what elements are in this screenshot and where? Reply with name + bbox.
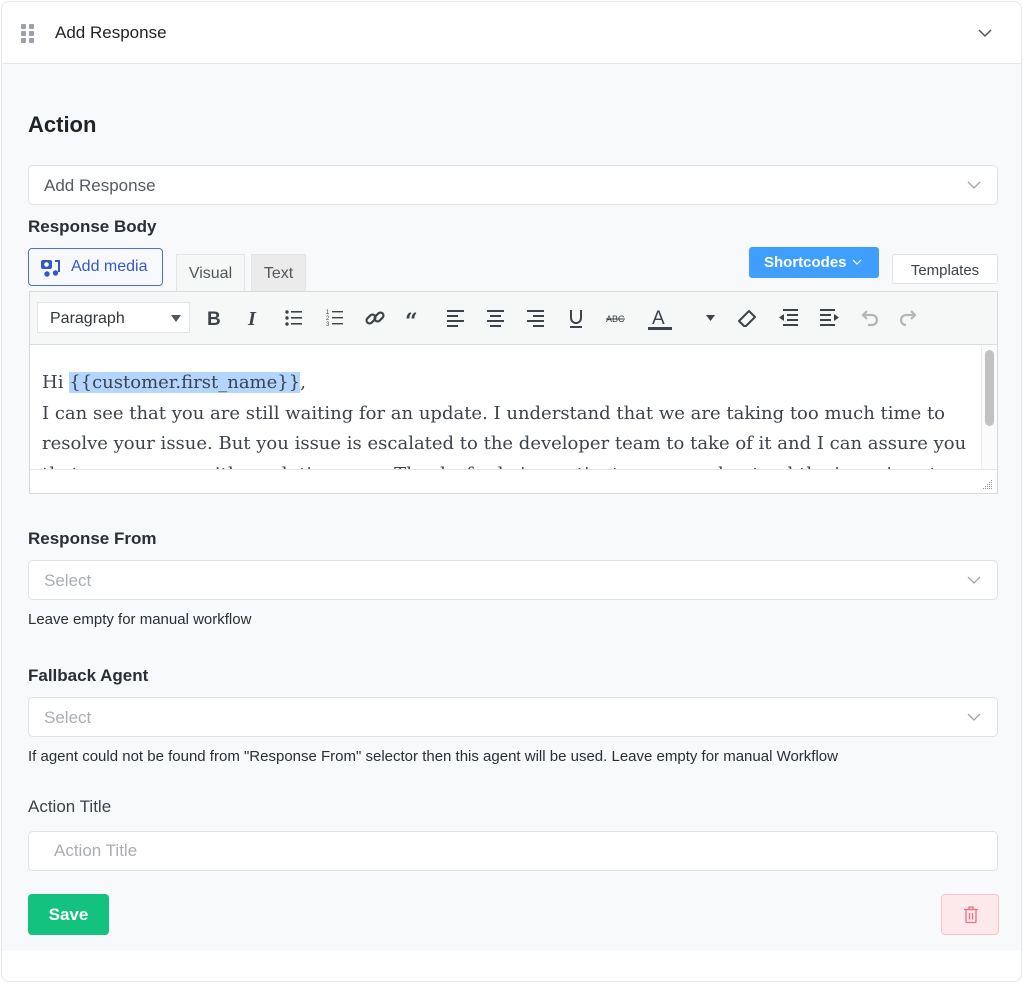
blockquote-icon: “: [405, 309, 418, 329]
panel-title: Add Response: [55, 23, 167, 42]
chevron-down-icon: [852, 259, 862, 265]
format-select-value: Paragraph: [50, 310, 125, 327]
redo-icon: [899, 310, 917, 327]
response-from-help: Leave empty for manual workflow: [28, 611, 252, 628]
svg-text:3: 3: [326, 322, 330, 328]
eraser-icon: [738, 310, 756, 327]
shortcodes-label: Shortcodes: [764, 254, 847, 271]
editor-scrollbar-thumb[interactable]: [985, 350, 994, 426]
align-right-icon: [527, 310, 544, 327]
response-body-label: Response Body: [28, 217, 157, 236]
body-paragraph: I can see that you are still waiting for…: [42, 402, 967, 471]
link-button[interactable]: [361, 305, 389, 331]
greeting-comma: ,: [300, 372, 306, 393]
chevron-down-icon: [967, 576, 981, 584]
text-color-icon: A: [648, 308, 672, 330]
align-center-button[interactable]: [482, 305, 510, 331]
bullet-list-button[interactable]: [280, 305, 308, 331]
blockquote-button[interactable]: “: [401, 305, 429, 331]
paragraph-format-select[interactable]: Paragraph: [37, 302, 190, 333]
align-left-button[interactable]: [442, 305, 470, 331]
numbered-list-button[interactable]: 1 2 3: [321, 305, 349, 331]
bold-button[interactable]: B: [199, 305, 227, 331]
align-right-button[interactable]: [522, 305, 550, 331]
fallback-agent-placeholder: Select: [44, 708, 92, 727]
caret-down-icon: [171, 315, 181, 322]
text-color-dropdown-button[interactable]: [702, 305, 718, 331]
fallback-agent-select[interactable]: Select: [28, 697, 998, 737]
link-icon: [365, 311, 385, 325]
delete-button[interactable]: [941, 894, 999, 935]
panel-header[interactable]: Add Response: [2, 2, 1021, 64]
response-from-select[interactable]: Select: [28, 560, 998, 600]
underline-icon: [570, 310, 582, 328]
greeting-text: Hi: [42, 372, 70, 393]
align-left-icon: [447, 310, 464, 327]
templates-label: Templates: [910, 262, 980, 279]
chevron-down-icon: [967, 181, 981, 189]
rich-text-editor: Paragraph B I 1 2 3 “ ABC A Hi {{custome…: [29, 291, 998, 494]
outdent-icon: [779, 309, 798, 326]
editor-status-bar: [30, 469, 997, 493]
media-icon: [41, 260, 60, 277]
bullet-list-icon: [285, 310, 302, 326]
undo-icon: [861, 310, 879, 327]
fallback-agent-help: If agent could not be found from "Respon…: [28, 748, 838, 765]
section-title: Action: [28, 112, 97, 137]
strikethrough-button[interactable]: ABC: [602, 305, 630, 331]
editor-content[interactable]: Hi {{customer.first_name}}, I can see th…: [30, 346, 981, 470]
numbered-list-icon: 1 2 3: [326, 310, 343, 328]
add-media-button[interactable]: Add media: [28, 248, 163, 286]
tab-text[interactable]: Text: [251, 254, 306, 291]
editor-toolbar: Paragraph B I 1 2 3 “ ABC A: [30, 292, 997, 345]
shortcodes-button[interactable]: Shortcodes: [749, 247, 879, 278]
bold-icon: B: [207, 309, 221, 329]
drag-handle-icon[interactable]: [21, 24, 35, 43]
response-from-placeholder: Select: [44, 571, 92, 590]
action-title-input[interactable]: [28, 831, 998, 871]
action-type-value: Add Response: [44, 176, 156, 195]
save-label: Save: [48, 905, 89, 924]
strikethrough-icon: ABC: [606, 314, 625, 324]
italic-button[interactable]: I: [239, 305, 267, 331]
trash-icon: [964, 906, 978, 924]
svg-text:B: B: [207, 309, 221, 329]
align-center-icon: [487, 310, 504, 327]
templates-button[interactable]: Templates: [892, 254, 998, 284]
action-title-label: Action Title: [28, 797, 112, 816]
resize-handle-icon[interactable]: [981, 478, 993, 490]
action-type-select[interactable]: Add Response: [28, 165, 998, 205]
svg-text:I: I: [247, 308, 257, 329]
greeting-line: Hi {{customer.first_name}},: [42, 368, 969, 399]
customer-first-name-shortcode: {{customer.first_name}}: [69, 372, 301, 393]
text-color-button[interactable]: A: [644, 305, 672, 331]
caret-down-icon: [706, 315, 715, 321]
response-from-label: Response From: [28, 529, 157, 548]
tab-text-label: Text: [263, 265, 294, 282]
tab-visual-label: Visual: [188, 265, 233, 282]
italic-icon: I: [247, 308, 257, 329]
add-response-panel: Add Response Action Add Response Respons…: [1, 1, 1022, 982]
svg-text:“: “: [405, 309, 418, 329]
add-media-label: Add media: [71, 258, 148, 275]
fallback-agent-label: Fallback Agent: [28, 666, 149, 685]
redo-button[interactable]: [895, 305, 923, 331]
save-button[interactable]: Save: [28, 894, 109, 935]
tab-visual[interactable]: Visual: [176, 254, 245, 291]
chevron-down-icon[interactable]: [977, 26, 993, 40]
clear-formatting-button[interactable]: [733, 305, 761, 331]
indent-icon: [820, 309, 839, 326]
undo-button[interactable]: [855, 305, 883, 331]
svg-text:A: A: [652, 308, 665, 329]
chevron-down-icon: [967, 713, 981, 721]
underline-button[interactable]: [562, 305, 590, 331]
indent-button[interactable]: [815, 305, 843, 331]
panel-footer: [2, 951, 1021, 981]
outdent-button[interactable]: [775, 305, 803, 331]
